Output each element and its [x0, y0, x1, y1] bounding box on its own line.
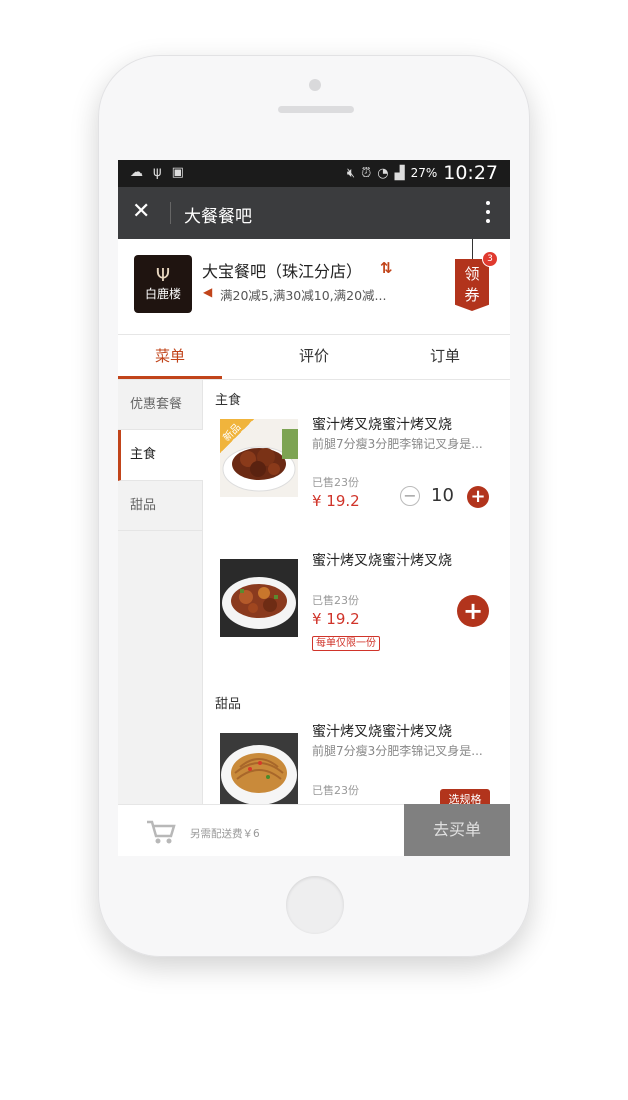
alarm-icon: ⏰︎: [361, 165, 372, 181]
home-button[interactable]: [286, 876, 344, 934]
divider: [170, 202, 171, 224]
decrease-button[interactable]: −: [400, 486, 420, 506]
front-camera: [309, 79, 321, 91]
dish-image[interactable]: 新品: [220, 419, 298, 497]
tab-orders[interactable]: 订单: [380, 335, 510, 379]
coupon-string: [472, 239, 473, 261]
category-main[interactable]: 主食: [118, 430, 203, 481]
section-title: 甜品: [215, 697, 242, 712]
bottom-bar: 另需配送费￥6 去买单: [118, 804, 510, 856]
image-icon: ▣: [171, 165, 184, 180]
dish-description: 前腿7分瘦3分肥李锦记叉身是...: [312, 744, 483, 758]
shop-header: Ψ 白鹿楼 大宝餐吧（珠江分店） ⇅ ◀ 满20减5,满30减10,满20减..…: [118, 239, 510, 335]
tab-menu[interactable]: 菜单: [118, 335, 222, 379]
tab-reviews[interactable]: 评价: [249, 335, 379, 379]
checkout-button[interactable]: 去买单: [404, 804, 510, 856]
cloud-icon: ☁: [130, 165, 143, 180]
title-bar: ✕ 大餐餐吧: [118, 187, 510, 239]
coupon-count-badge: 3: [482, 251, 498, 267]
sold-count: 已售23份: [312, 476, 359, 489]
dish-name[interactable]: 蜜汁烤叉烧蜜汁烤叉烧: [312, 550, 452, 570]
switch-store-icon[interactable]: ⇅: [380, 259, 393, 277]
category-combo[interactable]: 优惠套餐: [118, 380, 202, 430]
sold-count: 已售23份: [312, 784, 359, 797]
mute-icon: 🔇︎: [346, 165, 356, 181]
announcement-icon: ◀: [203, 285, 213, 299]
menu-list: 主食 新品 蜜汁烤叉烧蜜汁烤叉烧 前腿7分瘦3分肥李锦记叉身是... 已售23份…: [203, 380, 510, 804]
dish-name[interactable]: 蜜汁烤叉烧蜜汁烤叉烧: [312, 721, 452, 741]
dish-name[interactable]: 蜜汁烤叉烧蜜汁烤叉烧: [312, 414, 452, 434]
coupon-label: 领券: [464, 265, 480, 304]
select-spec-button[interactable]: 选规格: [440, 789, 490, 804]
add-button[interactable]: +: [457, 595, 489, 627]
sold-count: 已售23份: [312, 594, 359, 607]
promo-text: 满20减5,满30减10,满20减...: [220, 288, 387, 303]
category-dessert[interactable]: 甜品: [118, 481, 202, 531]
increase-button[interactable]: +: [467, 486, 489, 508]
usb-icon: ψ: [153, 165, 162, 180]
delivery-fee: 另需配送费￥6: [190, 828, 260, 840]
earpiece: [278, 106, 354, 113]
antler-icon: Ψ: [155, 264, 171, 286]
price: ¥ 19.2: [312, 610, 360, 628]
dish-description: 前腿7分瘦3分肥李锦记叉身是...: [312, 437, 483, 451]
page-title: 大餐餐吧: [184, 207, 252, 227]
quantity: 10: [431, 485, 454, 506]
battery-percent: 27%: [410, 166, 438, 180]
tab-indicator: [118, 376, 222, 379]
signal-icon: ▟: [394, 165, 405, 181]
new-badge: 新品: [220, 419, 254, 453]
category-sidebar: 优惠套餐 主食 甜品: [118, 380, 203, 804]
close-icon[interactable]: ✕: [132, 199, 150, 225]
app-screen: ☁ ψ ▣ 🔇︎ ⏰︎ ◔ ▟ 27% 10:27 ✕ 大餐餐吧 Ψ 白鹿楼 大…: [118, 160, 510, 856]
tab-bar: 菜单 评价 订单: [118, 335, 510, 380]
shop-logo: Ψ 白鹿楼: [134, 255, 192, 313]
shop-name[interactable]: 大宝餐吧（珠江分店）: [202, 258, 362, 282]
dish-image[interactable]: [220, 559, 298, 637]
cart-icon[interactable]: [146, 819, 176, 849]
section-title: 主食: [215, 393, 242, 408]
dish-image[interactable]: [220, 733, 298, 804]
price: ¥ 19.2: [312, 492, 360, 510]
status-bar: ☁ ψ ▣ 🔇︎ ⏰︎ ◔ ▟ 27% 10:27: [118, 160, 510, 187]
more-icon[interactable]: [486, 201, 490, 228]
wifi-icon: ◔: [377, 165, 389, 181]
limit-tag: 每单仅限一份: [312, 636, 380, 651]
clock: 10:27: [443, 162, 498, 184]
coupon-button[interactable]: 领券: [455, 259, 489, 311]
